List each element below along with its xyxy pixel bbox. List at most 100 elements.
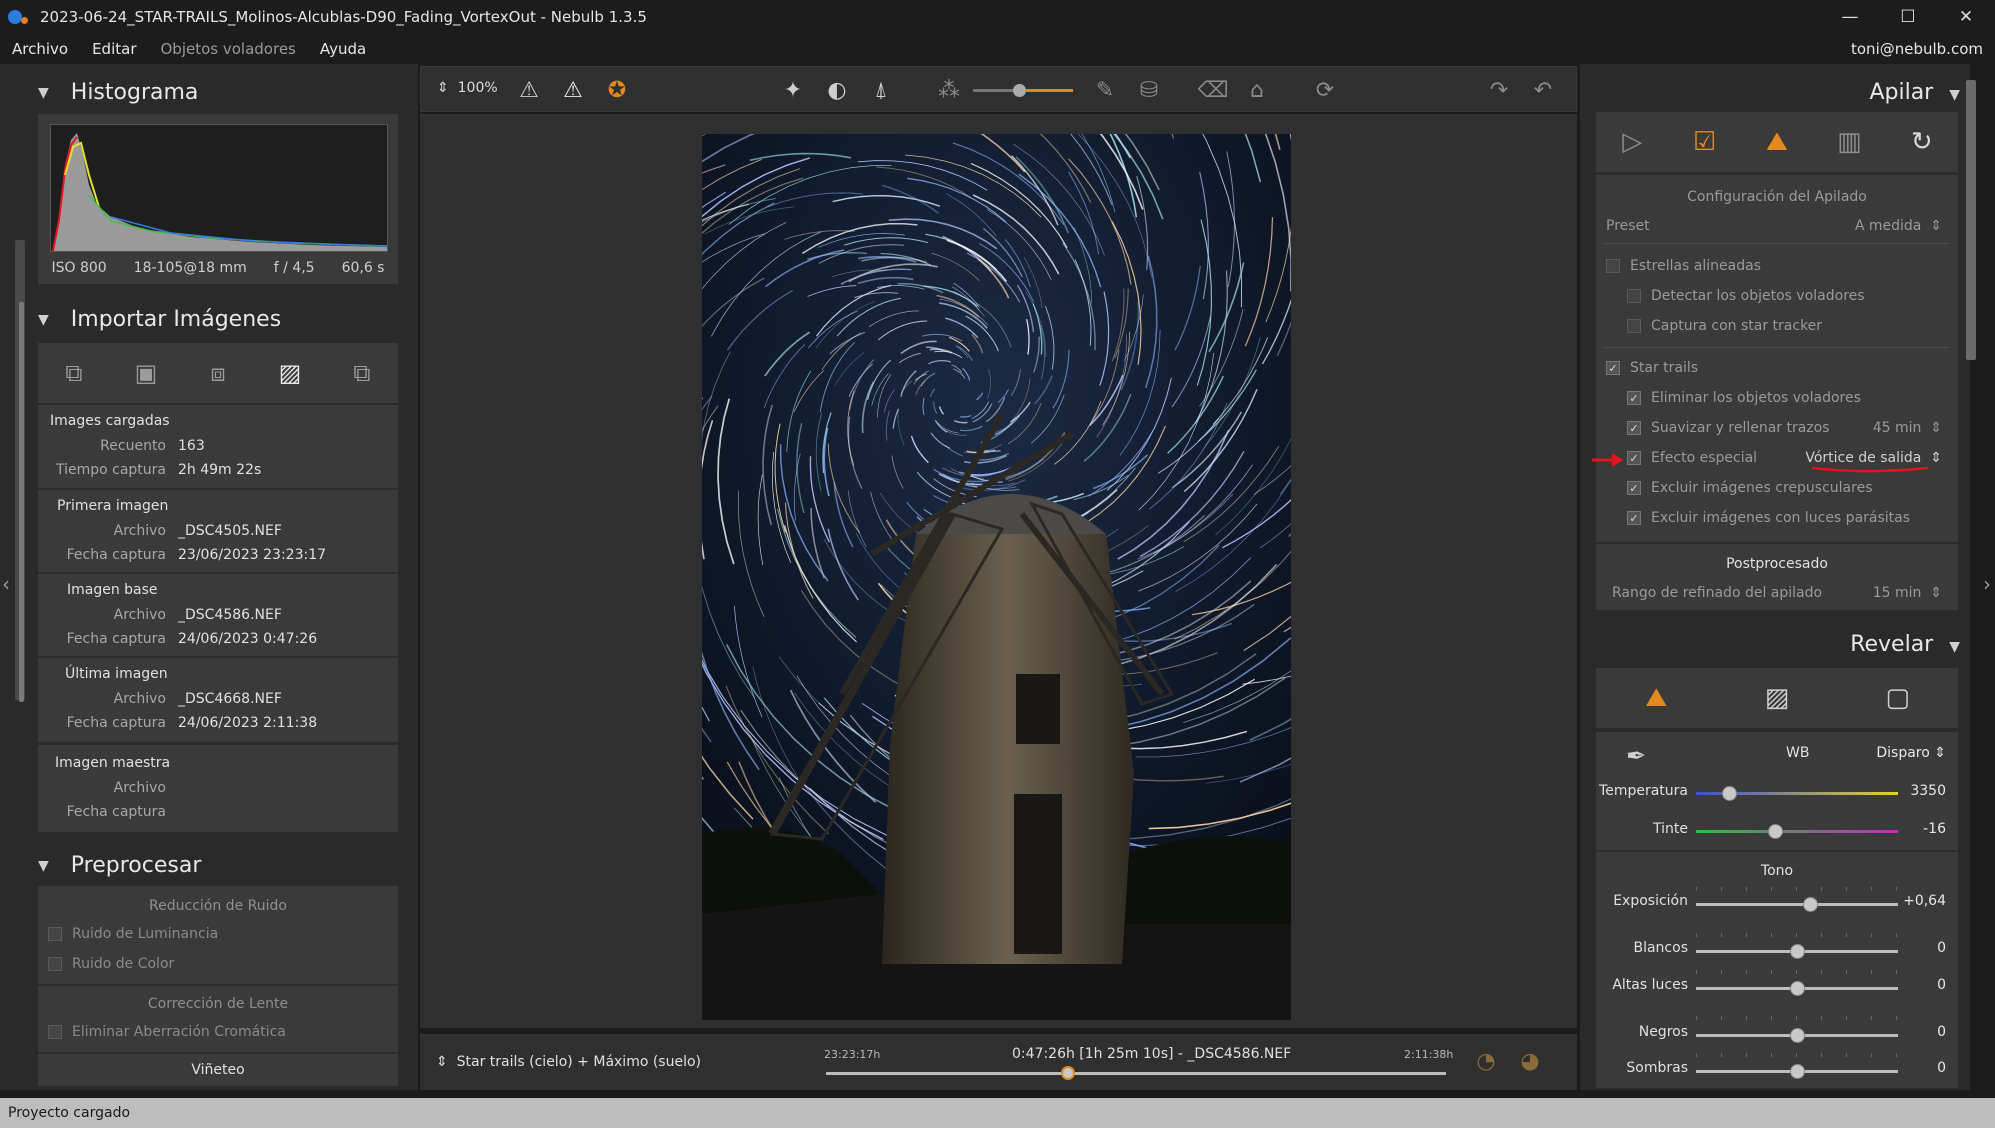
stack-mountain-icon[interactable]: ⛰ — [1760, 125, 1794, 159]
aberration-label: Eliminar Aberración Cromática — [72, 1024, 286, 1040]
aberration-checkbox[interactable] — [48, 1025, 62, 1039]
user-account[interactable]: toni@nebulb.com — [1851, 40, 1983, 58]
aberration-option[interactable]: Eliminar Aberración Cromática — [48, 1024, 286, 1040]
collapse-left-icon[interactable]: ‹ — [2, 572, 10, 596]
magic-wand-icon[interactable]: ⁂ — [933, 75, 965, 105]
detect-flying-checkbox[interactable] — [1627, 289, 1641, 303]
import-header[interactable]: ▼ Importar Imágenes — [38, 307, 281, 332]
import-dark-frames-icon[interactable]: ⧈ — [202, 358, 234, 388]
eyedropper-icon[interactable]: ✒ — [1626, 742, 1646, 770]
special-effect-option[interactable]: ✓ Efecto especial — [1627, 450, 1757, 466]
left-scroll-thumb[interactable] — [19, 302, 24, 702]
stack-checklist-icon[interactable]: ☑ — [1688, 125, 1722, 159]
preview-image[interactable] — [702, 134, 1291, 1020]
wb-select[interactable]: Disparo ⇕ — [1876, 745, 1946, 761]
shadows-slider[interactable] — [1696, 1064, 1898, 1079]
detect-flying-option[interactable]: Detectar los objetos voladores — [1627, 288, 1865, 304]
remove-flying-checkbox[interactable]: ✓ — [1627, 391, 1641, 405]
warning-filled-icon[interactable]: ⚠ — [557, 75, 589, 105]
image-adjust-icon[interactable]: ⛰ — [1639, 681, 1673, 715]
warning-outline-icon[interactable]: ⚠ — [513, 75, 545, 105]
star-tracker-checkbox[interactable] — [1627, 319, 1641, 333]
redo-icon[interactable]: ↷ — [1483, 75, 1515, 105]
timeline-track[interactable] — [826, 1072, 1446, 1075]
time-forward-icon[interactable]: ◕ — [1514, 1046, 1546, 1076]
preset-select[interactable]: A medida ⇕ — [1855, 218, 1942, 234]
brush-icon[interactable]: ✎ — [1089, 75, 1121, 105]
crop-frame-icon[interactable]: ▢ — [1881, 681, 1915, 715]
brush-size-slider[interactable] — [973, 84, 1073, 97]
luminance-noise-option[interactable]: Ruido de Luminancia — [48, 926, 218, 942]
star-trails-checkbox[interactable]: ✓ — [1606, 361, 1620, 375]
minimize-button[interactable]: — — [1821, 0, 1879, 34]
star-tracker-option[interactable]: Captura con star tracker — [1627, 318, 1822, 334]
stack-header[interactable]: Apilar ▼ — [1869, 80, 1960, 105]
undo-icon[interactable]: ↶ — [1527, 75, 1559, 105]
import-images-icon[interactable]: ⧉ — [58, 358, 90, 388]
preprocess-header[interactable]: ▼ Preprocesar — [38, 853, 201, 878]
timeline-handle[interactable] — [1060, 1066, 1075, 1080]
planet-icon[interactable]: ◐ — [821, 75, 853, 105]
import-light-frames-icon[interactable]: ▨ — [274, 358, 306, 388]
shadows-knob[interactable] — [1790, 1064, 1805, 1079]
postprocess-title: Postprocesado — [1726, 556, 1828, 572]
timeline-start: 23:23:17h — [824, 1048, 881, 1061]
blacks-knob[interactable] — [1790, 1028, 1805, 1043]
image-icon[interactable]: ▨ — [1760, 681, 1794, 715]
zoom-selector[interactable]: ⇕ 100% — [437, 80, 498, 96]
status-bar: Proyecto cargado — [0, 1098, 1995, 1128]
tint-slider[interactable] — [1696, 824, 1898, 839]
smooth-checkbox[interactable]: ✓ — [1627, 421, 1641, 435]
image-viewer[interactable] — [420, 114, 1577, 1028]
menu-objetos-voladores[interactable]: Objetos voladores — [149, 40, 308, 58]
menu-archivo[interactable]: Archivo — [0, 40, 80, 58]
refine-select[interactable]: 15 min ⇕ — [1873, 585, 1942, 601]
highlights-slider[interactable] — [1696, 981, 1898, 996]
close-button[interactable]: ✕ — [1937, 0, 1995, 34]
refresh-icon[interactable]: ⟳ — [1309, 75, 1341, 105]
eraser-icon[interactable]: ⌫ — [1197, 75, 1229, 105]
exclude-lights-checkbox[interactable]: ✓ — [1627, 511, 1641, 525]
exposure-knob[interactable] — [1803, 897, 1818, 912]
temperature-slider[interactable] — [1696, 786, 1898, 801]
stack-columns-icon[interactable]: ▥ — [1832, 125, 1866, 159]
blend-mode-selector[interactable]: ⇕ Star trails (cielo) + Máximo (suelo) — [436, 1054, 701, 1070]
menu-editar[interactable]: Editar — [80, 40, 148, 58]
temperature-knob[interactable] — [1722, 786, 1737, 801]
exclude-twilight-checkbox[interactable]: ✓ — [1627, 481, 1641, 495]
whites-slider[interactable] — [1696, 944, 1898, 959]
fill-bucket-icon[interactable]: ⛁ — [1133, 75, 1165, 105]
smooth-option[interactable]: ✓ Suavizar y rellenar trazos — [1627, 420, 1830, 436]
star-trails-option[interactable]: ✓ Star trails — [1606, 360, 1698, 376]
time-back-icon[interactable]: ◔ — [1470, 1046, 1502, 1076]
stars-icon[interactable]: ✦ — [777, 75, 809, 105]
aligned-checkbox[interactable] — [1606, 259, 1620, 273]
import-folder-icon[interactable]: ▣ — [130, 358, 162, 388]
broom-icon[interactable]: ⌂ — [1241, 75, 1273, 105]
maximize-button[interactable]: ☐ — [1879, 0, 1937, 34]
import-calibration-icon[interactable]: ⧉ — [346, 358, 378, 388]
right-scrollbar[interactable] — [1966, 80, 1976, 360]
blacks-slider[interactable] — [1696, 1028, 1898, 1043]
play-stack-icon[interactable]: ▷ — [1615, 125, 1649, 159]
color-noise-checkbox[interactable] — [48, 957, 62, 971]
tower-icon[interactable]: ⍋ — [865, 75, 897, 105]
menu-ayuda[interactable]: Ayuda — [308, 40, 378, 58]
special-effect-checkbox[interactable]: ✓ — [1627, 451, 1641, 465]
exclude-lights-option[interactable]: ✓ Excluir imágenes con luces parásitas — [1627, 510, 1910, 526]
collapse-right-icon[interactable]: › — [1983, 572, 1991, 596]
color-noise-option[interactable]: Ruido de Color — [48, 956, 174, 972]
remove-flying-option[interactable]: ✓ Eliminar los objetos voladores — [1627, 390, 1861, 406]
reset-icon[interactable]: ↻ — [1905, 125, 1939, 159]
aligned-stars-option[interactable]: Estrellas alineadas — [1606, 258, 1761, 274]
histogram-header[interactable]: ▼ Histograma — [38, 80, 198, 105]
reveal-header[interactable]: Revelar ▼ — [1850, 632, 1960, 657]
palette-icon[interactable]: ✪ — [601, 75, 633, 105]
exposure-slider[interactable] — [1696, 897, 1898, 912]
tint-knob[interactable] — [1768, 824, 1783, 839]
highlights-knob[interactable] — [1790, 981, 1805, 996]
smooth-select[interactable]: 45 min ⇕ — [1873, 420, 1942, 436]
luminance-checkbox[interactable] — [48, 927, 62, 941]
exclude-twilight-option[interactable]: ✓ Excluir imágenes crepusculares — [1627, 480, 1872, 496]
whites-knob[interactable] — [1790, 944, 1805, 959]
